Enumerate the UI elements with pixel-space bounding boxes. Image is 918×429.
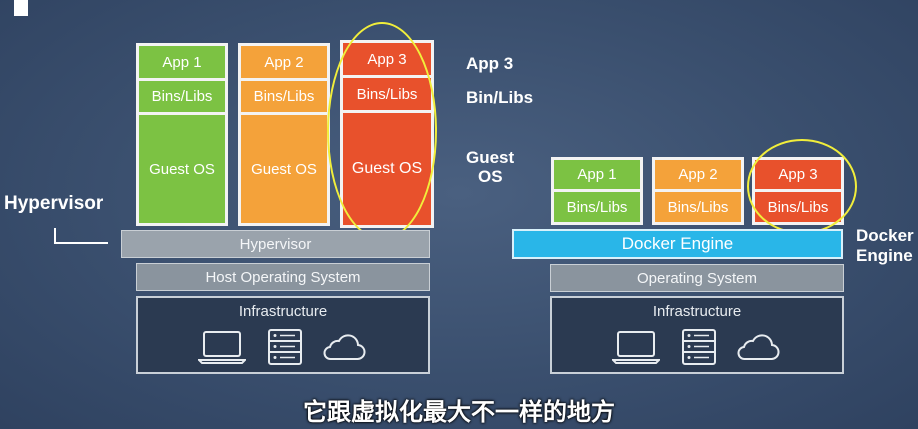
vm-infrastructure-box: Infrastructure bbox=[136, 296, 430, 374]
vm-column-app1: App 1 Bins/Libs Guest OS bbox=[136, 43, 228, 226]
cloud-icon bbox=[320, 332, 366, 362]
vm-app2-bins: Bins/Libs bbox=[241, 81, 327, 112]
vm-app2-guest-os: Guest OS bbox=[241, 115, 327, 223]
cloud-icon bbox=[734, 332, 780, 362]
server-icon bbox=[681, 328, 717, 366]
docker-infrastructure-label: Infrastructure bbox=[652, 303, 742, 320]
legend-guest-os-line1: Guest bbox=[466, 148, 515, 167]
server-icon bbox=[267, 328, 303, 366]
vm-app2-app: App 2 bbox=[241, 46, 327, 78]
hypervisor-connector-line bbox=[54, 242, 108, 244]
legend-app: App 3 bbox=[466, 54, 514, 73]
vm-app1-bins: Bins/Libs bbox=[139, 81, 225, 112]
legend-bins: Bin/Libs bbox=[466, 88, 534, 107]
docker-column-app2: App 2 Bins/Libs bbox=[652, 157, 744, 225]
docker-app2-bins: Bins/Libs bbox=[655, 192, 741, 222]
vm-app3-highlight-ellipse bbox=[327, 22, 437, 240]
vm-column-app2: App 2 Bins/Libs Guest OS bbox=[238, 43, 330, 226]
docker-app2-app: App 2 bbox=[655, 160, 741, 189]
laptop-icon bbox=[198, 330, 246, 364]
docker-engine-side-label-line2: Engine bbox=[856, 246, 913, 265]
laptop-icon bbox=[612, 330, 660, 364]
vm-app1-app: App 1 bbox=[139, 46, 225, 78]
legend-guest-os-line2: OS bbox=[478, 167, 503, 186]
docker-engine-side-label-line1: Docker bbox=[856, 226, 914, 245]
hypervisor-bar: Hypervisor bbox=[121, 230, 430, 258]
docker-engine-bar: Docker Engine bbox=[512, 229, 843, 259]
corner-mark bbox=[14, 0, 28, 16]
vm-app1-guest-os: Guest OS bbox=[139, 115, 225, 223]
host-os-bar: Host Operating System bbox=[136, 263, 430, 291]
docker-app1-app: App 1 bbox=[554, 160, 640, 189]
docker-infrastructure-box: Infrastructure bbox=[550, 296, 844, 374]
docker-os-bar: Operating System bbox=[550, 264, 844, 292]
hypervisor-side-label: Hypervisor bbox=[4, 193, 104, 214]
video-subtitle: 它跟虚拟化最大不一样的地方 bbox=[303, 399, 615, 426]
docker-column-app1: App 1 Bins/Libs bbox=[551, 157, 643, 225]
vm-infrastructure-label: Infrastructure bbox=[238, 303, 328, 320]
docker-app3-highlight-ellipse bbox=[747, 139, 857, 234]
docker-app1-bins: Bins/Libs bbox=[554, 192, 640, 222]
